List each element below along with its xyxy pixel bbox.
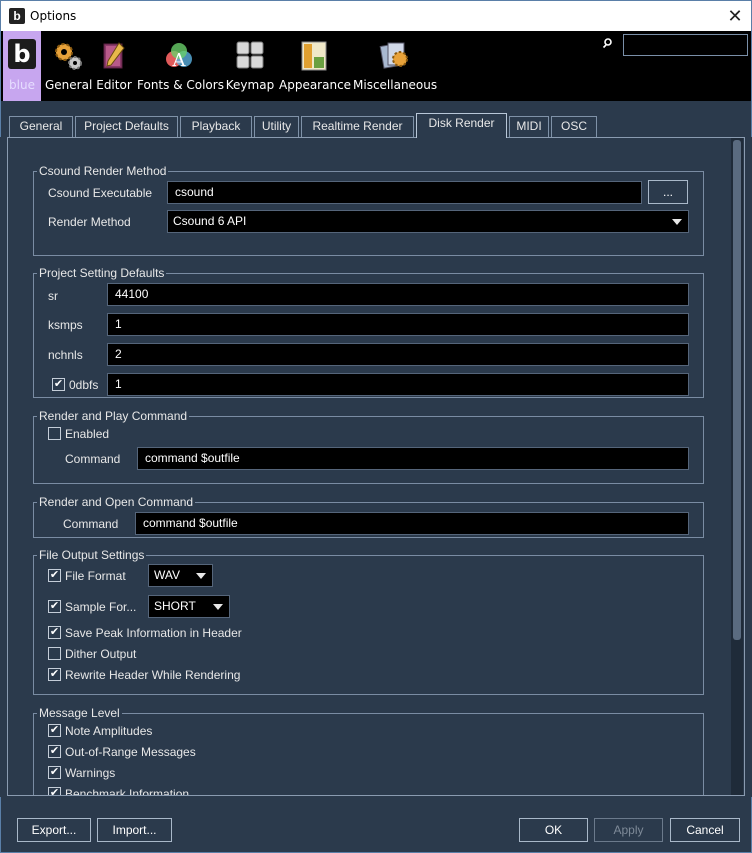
toolbar-item-blue[interactable]: b blue <box>3 31 41 101</box>
sample-format-label: Sample For... <box>65 600 137 614</box>
chevron-down-icon <box>196 573 206 579</box>
tab-playback[interactable]: Playback <box>180 116 252 137</box>
message-level-clip: Message Level ✔ Note Amplitudes ✔ Out-of… <box>8 700 731 795</box>
chevron-down-icon <box>213 604 223 610</box>
toolbar-item-editor[interactable]: Editor <box>94 31 134 101</box>
save-peak-checkbox[interactable]: ✔ <box>48 626 61 639</box>
enabled-label: Enabled <box>65 427 110 441</box>
group-legend: Project Setting Defaults <box>37 266 167 280</box>
ok-button[interactable]: OK <box>519 818 588 842</box>
toolbar-item-label: General <box>45 78 93 92</box>
toolbar-item-keymap[interactable]: Keymap <box>225 31 275 101</box>
export-button[interactable]: Export... <box>17 818 91 842</box>
group-legend: File Output Settings <box>37 548 147 562</box>
out-of-range-checkbox[interactable]: ✔ <box>48 745 61 758</box>
out-of-range-label: Out-of-Range Messages <box>65 745 196 759</box>
group-legend: Message Level <box>37 706 122 720</box>
sr-input[interactable]: 44100 <box>107 283 689 306</box>
gears-icon <box>55 43 82 70</box>
title-bar: b Options ✕ <box>0 0 752 31</box>
ksmps-label: ksmps <box>48 318 83 332</box>
group-legend: Render and Play Command <box>37 409 190 423</box>
toolbar-item-appearance[interactable]: Appearance <box>279 31 352 101</box>
render-method-label: Render Method <box>48 215 131 229</box>
app-icon: b <box>9 8 25 24</box>
svg-text:A: A <box>172 50 187 71</box>
note-amplitudes-checkbox[interactable]: ✔ <box>48 724 61 737</box>
play-command-input[interactable]: command $outfile <box>137 447 689 470</box>
toolbar-item-general[interactable]: General <box>45 31 93 101</box>
cancel-button[interactable]: Cancel <box>670 818 740 842</box>
import-button[interactable]: Import... <box>97 818 172 842</box>
csound-executable-input[interactable]: csound <box>167 181 642 204</box>
toolbar-item-label: Appearance <box>279 78 352 92</box>
save-peak-label: Save Peak Information in Header <box>65 626 242 640</box>
rewrite-header-checkbox[interactable]: ✔ <box>48 668 61 681</box>
open-command-input[interactable]: command $outfile <box>135 512 689 535</box>
rewrite-header-label: Rewrite Header While Rendering <box>65 668 241 682</box>
cards-gear-icon <box>379 42 408 69</box>
csound-executable-label: Csound Executable <box>48 186 153 200</box>
dither-label: Dither Output <box>65 647 137 661</box>
tab-osc[interactable]: OSC <box>551 116 597 137</box>
tab-midi[interactable]: MIDI <box>509 116 549 137</box>
benchmark-checkbox[interactable]: ✔ <box>48 787 61 795</box>
toolbar-item-label: Editor <box>96 78 132 92</box>
file-format-label: File Format <box>65 569 126 583</box>
scrollbar-thumb[interactable] <box>733 140 741 640</box>
note-amplitudes-label: Note Amplitudes <box>65 724 153 738</box>
window-title: Options <box>30 9 77 23</box>
warnings-checkbox[interactable]: ✔ <box>48 766 61 779</box>
sr-label: sr <box>48 289 58 303</box>
toolbar-item-label: Fonts & Colors <box>137 78 224 92</box>
nchnls-input[interactable]: 2 <box>107 343 689 366</box>
toolbar-item-miscellaneous[interactable]: Miscellaneous <box>353 31 437 101</box>
file-format-value: WAV <box>154 568 180 582</box>
group-legend: Render and Open Command <box>37 495 196 509</box>
dither-checkbox[interactable] <box>48 647 61 660</box>
pencil-book-icon <box>103 42 125 69</box>
sample-format-value: SHORT <box>154 599 196 613</box>
zerodbfs-input[interactable]: 1 <box>107 373 689 396</box>
browse-button[interactable]: ... <box>648 180 688 204</box>
file-format-checkbox[interactable]: ✔ <box>48 569 61 582</box>
warnings-label: Warnings <box>65 766 116 780</box>
toolbar-item-label: Keymap <box>225 78 275 92</box>
blue-logo-icon: b <box>8 39 36 69</box>
zerodbfs-checkbox[interactable]: ✔ <box>52 378 65 391</box>
sample-format-checkbox[interactable]: ✔ <box>48 600 61 613</box>
tab-realtime-render[interactable]: Realtime Render <box>301 116 414 137</box>
tab-disk-render[interactable]: Disk Render <box>416 113 507 138</box>
sample-format-select[interactable]: SHORT <box>148 595 230 618</box>
command-label: Command <box>65 452 121 466</box>
toolbar-item-fonts-colors[interactable]: A Fonts & Colors <box>137 31 224 101</box>
zerodbfs-label: 0dbfs <box>69 378 99 392</box>
appearance-icon <box>301 41 327 71</box>
ksmps-input[interactable]: 1 <box>107 313 689 336</box>
toolbar-item-label: blue <box>9 78 35 92</box>
command-label: Command <box>63 517 119 531</box>
render-method-select[interactable]: Csound 6 API <box>167 210 689 233</box>
search-input[interactable] <box>623 34 748 56</box>
tab-project-defaults[interactable]: Project Defaults <box>75 116 178 137</box>
enabled-checkbox[interactable] <box>48 427 61 440</box>
search-icon <box>602 38 612 49</box>
group-legend: Csound Render Method <box>37 164 169 178</box>
tab-general[interactable]: General <box>9 116 73 137</box>
apply-button[interactable]: Apply <box>594 818 663 842</box>
nchnls-label: nchnls <box>48 348 83 362</box>
file-format-select[interactable]: WAV <box>148 564 213 587</box>
render-method-value: Csound 6 API <box>173 214 247 228</box>
toolbar-item-label: Miscellaneous <box>353 78 438 92</box>
benchmark-label: Benchmark Information <box>65 787 190 795</box>
keyboard-keys-icon <box>236 41 264 69</box>
close-button[interactable]: ✕ <box>723 5 747 27</box>
chevron-down-icon <box>672 219 682 225</box>
fonts-colors-icon: A <box>166 43 192 71</box>
tab-utility[interactable]: Utility <box>254 116 299 137</box>
